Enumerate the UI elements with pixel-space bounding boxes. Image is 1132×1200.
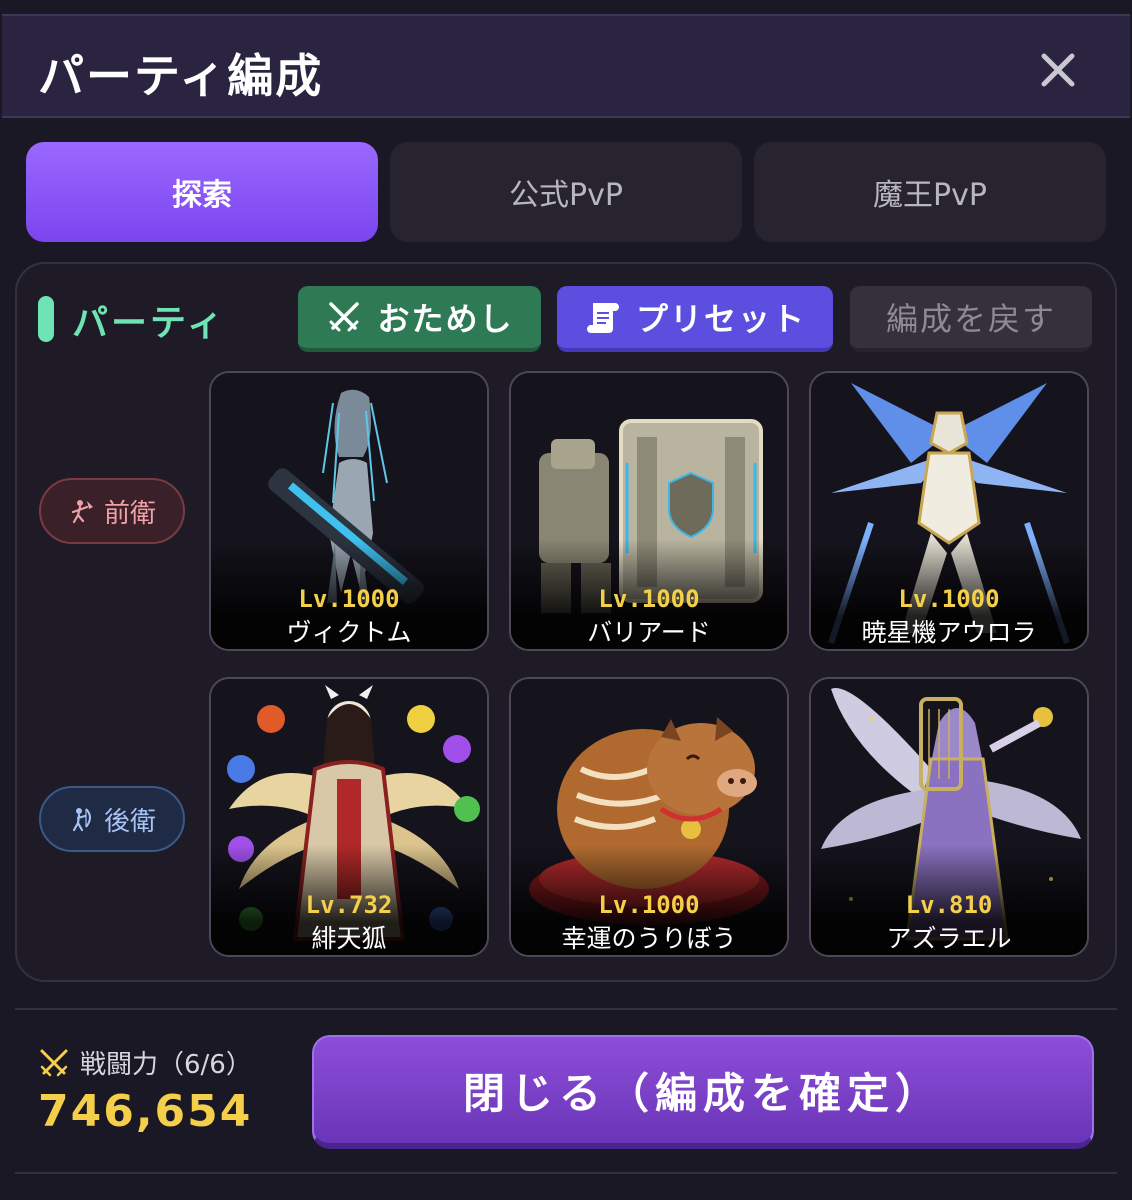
character-name: 暁星機アウロラ: [861, 618, 1037, 647]
confirm-close-button[interactable]: 閉じる（編成を確定）: [312, 1035, 1094, 1149]
character-level: Lv.1000: [298, 585, 400, 613]
scroll-icon: [586, 303, 619, 333]
archer-icon: [72, 808, 91, 832]
crossed-swords-icon: [329, 302, 360, 332]
character-name: ヴィクトム: [286, 618, 412, 647]
footer-divider: [15, 1008, 1117, 1010]
party-heading: パーティ: [72, 303, 226, 344]
trial-button[interactable]: おためし: [298, 286, 541, 352]
trial-button-label: おためし: [377, 300, 514, 338]
tab-official-pvp[interactable]: 公式PvP: [390, 142, 742, 242]
footer-bottom-divider: [15, 1172, 1117, 1174]
character-name: 緋天狐: [311, 924, 387, 953]
character-card-azrael[interactable]: Lv.810 アズラエル: [809, 677, 1089, 957]
revert-formation-button[interactable]: 編成を戻す: [850, 286, 1092, 352]
combat-power-value: 746,654: [38, 1086, 253, 1137]
character-level: Lv.810: [905, 891, 993, 919]
mode-tabs: 探索 公式PvP 魔王PvP: [26, 142, 1107, 242]
character-name: アズラエル: [886, 924, 1012, 953]
preset-button-label: プリセット: [635, 300, 806, 338]
character-card-victom[interactable]: Lv.1000 ヴィクトム: [209, 371, 489, 651]
character-level: Lv.1000: [598, 891, 700, 919]
character-card-bariard[interactable]: Lv.1000 バリアード: [509, 371, 789, 651]
combat-power-label: 戦闘力（6/6）: [38, 1044, 252, 1081]
back-row-badge: 後衛: [39, 786, 185, 852]
vanguard-icon: [71, 500, 93, 524]
close-button[interactable]: [1036, 48, 1080, 92]
character-name: バリアード: [587, 618, 711, 647]
page-title: パーティ編成: [38, 49, 324, 103]
character-level: Lv.1000: [898, 585, 1000, 613]
party-formation-screen: パーティ編成 探索 公式PvP 魔王PvP パーティ おためし プリセット 編成…: [0, 0, 1132, 1200]
front-row-badge: 前衛: [39, 478, 185, 544]
tab-explore[interactable]: 探索: [26, 142, 378, 242]
character-card-aurora[interactable]: Lv.1000 暁星機アウロラ: [809, 371, 1089, 651]
tab-demon-king-pvp[interactable]: 魔王PvP: [754, 142, 1106, 242]
close-icon: [1041, 53, 1075, 87]
character-card-lucky-boar[interactable]: Lv.1000 幸運のうりぼう: [509, 677, 789, 957]
back-row-label: 後衛: [103, 806, 156, 837]
party-accent-bar: [38, 296, 54, 342]
crossed-swords-icon: [40, 1049, 68, 1076]
character-name: 幸運のうりぼう: [561, 924, 737, 953]
character-level: Lv.732: [305, 891, 393, 919]
preset-button[interactable]: プリセット: [557, 286, 833, 352]
character-card-hitenko[interactable]: Lv.732 緋天狐: [209, 677, 489, 957]
character-level: Lv.1000: [598, 585, 700, 613]
combat-power-text: 戦闘力（6/6）: [80, 1050, 252, 1080]
header-bar: パーティ編成: [2, 14, 1130, 118]
front-row-label: 前衛: [103, 498, 156, 529]
